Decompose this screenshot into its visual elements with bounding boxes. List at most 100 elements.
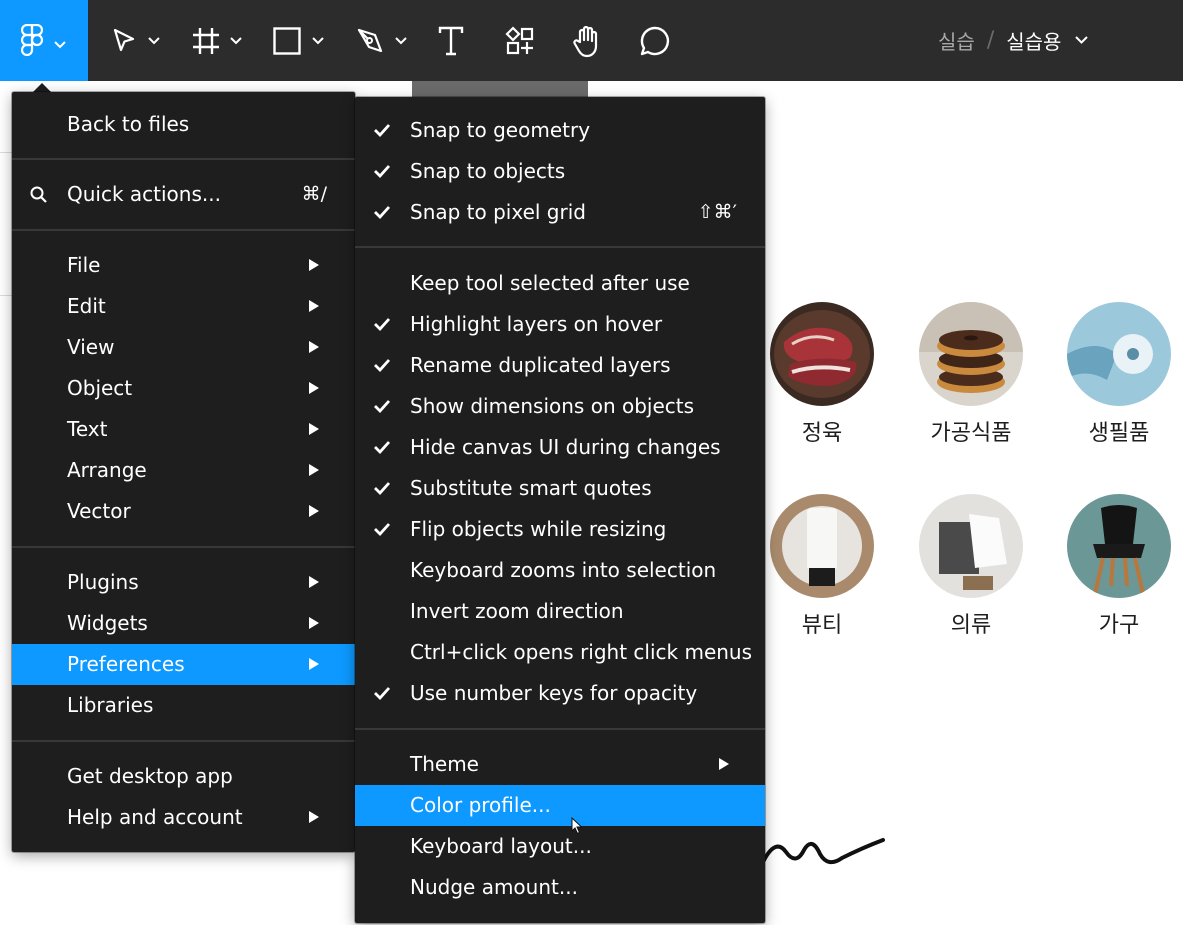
category-item[interactable]: 가공식품 bbox=[919, 302, 1023, 448]
category-item[interactable]: 정육 bbox=[770, 302, 874, 448]
menu-item-label: Keep tool selected after use bbox=[410, 271, 690, 295]
menu-item-text[interactable]: Text bbox=[12, 409, 355, 450]
menu-item-label: Text bbox=[67, 417, 108, 441]
submenu-arrow-icon bbox=[309, 464, 319, 476]
move-tool[interactable] bbox=[100, 0, 170, 81]
menu-separator bbox=[12, 229, 355, 231]
menu-item-libraries[interactable]: Libraries bbox=[12, 685, 355, 726]
submenu-arrow-icon bbox=[309, 423, 319, 435]
submenu-arrow-icon bbox=[309, 617, 319, 629]
menu-item-keyboard-layout[interactable]: Keyboard layout... bbox=[355, 826, 765, 867]
menu-item-object[interactable]: Object bbox=[12, 368, 355, 409]
menu-item-highlight-layers-on-hover[interactable]: Highlight layers on hover bbox=[355, 304, 765, 345]
menu-item-label: Highlight layers on hover bbox=[410, 312, 663, 336]
check-icon bbox=[374, 206, 391, 220]
menu-item-label: Widgets bbox=[67, 611, 148, 635]
menu-item-label: Back to files bbox=[67, 112, 190, 136]
menu-item-plugins[interactable]: Plugins bbox=[12, 562, 355, 603]
menu-item-keep-tool-selected[interactable]: Keep tool selected after use bbox=[355, 263, 765, 304]
menu-item-substitute-smart-quotes[interactable]: Substitute smart quotes bbox=[355, 468, 765, 509]
menu-item-theme[interactable]: Theme bbox=[355, 744, 765, 785]
menu-item-label: Show dimensions on objects bbox=[410, 394, 695, 418]
menu-item-edit[interactable]: Edit bbox=[12, 286, 355, 327]
menu-item-get-desktop-app[interactable]: Get desktop app bbox=[12, 756, 355, 797]
frame-header bbox=[412, 81, 588, 97]
menu-item-label: Keyboard layout... bbox=[410, 834, 592, 858]
menu-item-view[interactable]: View bbox=[12, 327, 355, 368]
category-item[interactable]: 뷰티 bbox=[770, 494, 874, 640]
comment-icon bbox=[640, 26, 670, 56]
menu-item-color-profile[interactable]: Color profile... bbox=[355, 785, 765, 826]
menu-item-label: Edit bbox=[67, 294, 106, 318]
submenu-arrow-icon bbox=[309, 259, 319, 271]
menu-item-vector[interactable]: Vector bbox=[12, 491, 355, 532]
vector-path[interactable] bbox=[762, 830, 887, 870]
menu-item-ctrl-click-menus[interactable]: Ctrl+click opens right click menus bbox=[355, 632, 765, 673]
breadcrumb-project[interactable]: 실습 bbox=[938, 26, 975, 55]
menu-item-label: Help and account bbox=[67, 805, 243, 829]
menu-item-label: Invert zoom direction bbox=[410, 599, 624, 623]
menu-item-show-dimensions[interactable]: Show dimensions on objects bbox=[355, 386, 765, 427]
chevron-down-icon bbox=[148, 37, 160, 45]
menu-item-flip-objects[interactable]: Flip objects while resizing bbox=[355, 509, 765, 550]
text-tool[interactable] bbox=[428, 0, 478, 81]
submenu-arrow-icon bbox=[309, 576, 319, 588]
category-label: 정육 bbox=[801, 421, 843, 446]
rectangle-tool-icon bbox=[273, 27, 301, 55]
menu-item-nudge-amount[interactable]: Nudge amount... bbox=[355, 867, 765, 908]
chevron-down-icon bbox=[230, 37, 242, 45]
category-label: 가공식품 bbox=[930, 421, 1012, 446]
submenu-arrow-icon bbox=[309, 382, 319, 394]
category-item[interactable]: 생필품 bbox=[1067, 302, 1171, 448]
menu-item-label: Quick actions... bbox=[67, 182, 221, 206]
category-item[interactable]: 가구 bbox=[1067, 494, 1171, 640]
menu-item-preferences[interactable]: Preferences bbox=[12, 644, 355, 685]
menu-item-label: File bbox=[67, 253, 101, 277]
menu-item-snap-to-geometry[interactable]: Snap to geometry bbox=[355, 110, 765, 151]
main-menu-button[interactable] bbox=[0, 0, 88, 81]
menu-item-keyboard-zooms[interactable]: Keyboard zooms into selection bbox=[355, 550, 765, 591]
breadcrumb-separator: / bbox=[986, 27, 995, 53]
menu-item-label: Libraries bbox=[67, 693, 154, 717]
hand-tool-icon bbox=[573, 25, 598, 58]
submenu-arrow-icon bbox=[309, 658, 319, 670]
category-item[interactable]: 의류 bbox=[919, 494, 1023, 640]
submenu-arrow-icon bbox=[309, 505, 319, 517]
menu-item-number-keys-opacity[interactable]: Use number keys for opacity bbox=[355, 673, 765, 714]
check-icon bbox=[374, 359, 391, 373]
menu-item-help-and-account[interactable]: Help and account bbox=[12, 797, 355, 838]
category-label: 가구 bbox=[1098, 613, 1140, 638]
check-icon bbox=[374, 687, 391, 701]
resources-button[interactable] bbox=[496, 0, 546, 81]
breadcrumb-file-name[interactable]: 실습용 bbox=[1006, 26, 1061, 55]
main-menu: Back to files Quick actions... ⌘/ File E… bbox=[12, 92, 355, 852]
check-icon bbox=[374, 482, 391, 496]
menu-item-arrange[interactable]: Arrange bbox=[12, 450, 355, 491]
category-label: 의류 bbox=[950, 613, 992, 638]
menu-item-back-to-files[interactable]: Back to files bbox=[12, 104, 355, 145]
menu-item-label: Keyboard zooms into selection bbox=[410, 558, 717, 582]
menu-item-file[interactable]: File bbox=[12, 245, 355, 286]
menu-item-label: Arrange bbox=[67, 458, 147, 482]
menu-item-hide-canvas-ui[interactable]: Hide canvas UI during changes bbox=[355, 427, 765, 468]
breadcrumb: 실습 / 실습용 bbox=[938, 25, 1089, 55]
frame-tool[interactable] bbox=[180, 0, 250, 81]
menu-item-rename-duplicated-layers[interactable]: Rename duplicated layers bbox=[355, 345, 765, 386]
chevron-down-icon[interactable] bbox=[1075, 36, 1089, 44]
hand-tool[interactable] bbox=[564, 0, 614, 81]
menu-item-snap-to-objects[interactable]: Snap to objects bbox=[355, 151, 765, 192]
menu-item-quick-actions[interactable]: Quick actions... ⌘/ bbox=[12, 174, 355, 215]
category-label: 생필품 bbox=[1088, 421, 1150, 446]
menu-item-snap-to-pixel-grid[interactable]: Snap to pixel grid ⇧⌘′ bbox=[355, 192, 765, 233]
menu-separator bbox=[12, 158, 355, 160]
pen-tool[interactable] bbox=[345, 0, 415, 81]
menu-separator bbox=[12, 740, 355, 742]
comment-tool[interactable] bbox=[632, 0, 682, 81]
menu-item-widgets[interactable]: Widgets bbox=[12, 603, 355, 644]
menu-item-label: Preferences bbox=[67, 652, 185, 676]
menu-item-invert-zoom[interactable]: Invert zoom direction bbox=[355, 591, 765, 632]
menu-item-label: Snap to objects bbox=[410, 159, 566, 183]
menu-item-label: Object bbox=[67, 376, 133, 400]
menu-item-label: Nudge amount... bbox=[410, 875, 578, 899]
shape-tool[interactable] bbox=[262, 0, 332, 81]
